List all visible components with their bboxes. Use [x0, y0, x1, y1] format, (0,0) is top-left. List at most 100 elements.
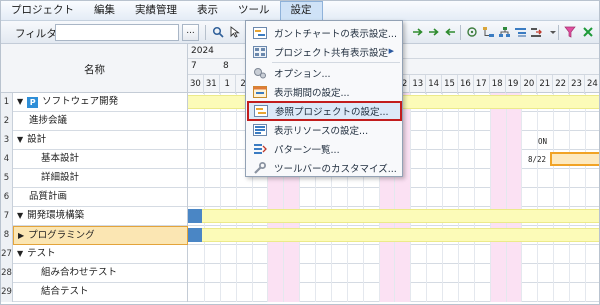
- table-row[interactable]: 27 ▼ テスト: [1, 245, 599, 264]
- arrow-right-icon[interactable]: [411, 25, 425, 39]
- weekend-column: [505, 188, 522, 207]
- table-row[interactable]: 7 ▼ 開発環境構築: [1, 207, 599, 226]
- day-cell: 18: [490, 75, 506, 94]
- task-name-cell[interactable]: ▼ テスト: [13, 245, 188, 264]
- gantt-row[interactable]: [188, 245, 599, 264]
- table-row[interactable]: 8 ▶ プログラミング: [1, 226, 599, 245]
- summary-bar[interactable]: [188, 209, 599, 223]
- day-cell: 20: [521, 75, 538, 94]
- task-name-label: ソフトウェア開発: [42, 96, 119, 107]
- gantt-row[interactable]: [188, 188, 599, 207]
- task-name-cell[interactable]: 基本設計: [13, 150, 188, 169]
- menu-actuals[interactable]: 実績管理: [125, 1, 187, 20]
- indent-icon[interactable]: [529, 25, 543, 39]
- task-name-cell[interactable]: ▼ 開発環境構築: [13, 207, 188, 226]
- gantt-row[interactable]: [188, 264, 599, 283]
- row-number: 5: [1, 169, 13, 188]
- name-column-header[interactable]: 名称: [1, 44, 188, 93]
- day-cell: 15: [442, 75, 458, 94]
- day-cell: 1: [220, 75, 236, 94]
- grid-line: [585, 131, 586, 150]
- task-name-cell[interactable]: 進捗会議: [13, 112, 188, 131]
- menu-item-customize-toolbar[interactable]: ツールバーのカスタマイズ...: [248, 159, 400, 177]
- progress-bar[interactable]: [188, 209, 202, 223]
- hierarchy-icon[interactable]: [497, 25, 511, 39]
- grid-line: [457, 188, 459, 207]
- grid-line: [569, 112, 571, 131]
- gantt-row[interactable]: [188, 207, 599, 226]
- gantt-row[interactable]: [188, 226, 599, 245]
- task-name-cell[interactable]: 詳細設計: [13, 169, 188, 188]
- table-row[interactable]: 6 品質計画: [1, 188, 599, 207]
- tree-icon[interactable]: [481, 25, 495, 39]
- task-bar[interactable]: [550, 152, 599, 166]
- grid-line: [505, 112, 507, 131]
- collapse-icon[interactable]: ▼: [17, 245, 23, 263]
- task-name-cell[interactable]: ▼ 設計: [13, 131, 188, 150]
- table-row[interactable]: 28 組み合わせテスト: [1, 264, 599, 283]
- grid-line: [219, 245, 221, 264]
- menu-tools[interactable]: ツール: [228, 1, 280, 20]
- menu-settings[interactable]: 設定: [279, 1, 323, 20]
- progress-bar[interactable]: [188, 228, 202, 242]
- grid-line: [283, 188, 285, 207]
- delete-icon[interactable]: [581, 25, 595, 39]
- arrow-right-icon[interactable]: [427, 25, 441, 39]
- grid-line: [346, 245, 348, 264]
- grid-line: [537, 245, 539, 264]
- grid-line: [362, 283, 364, 302]
- grid-line: [473, 112, 475, 131]
- toolbar-separator: [460, 25, 461, 40]
- grid-line: [219, 283, 221, 302]
- grid-line: [489, 169, 491, 188]
- table-row[interactable]: 29 結合テスト: [1, 283, 599, 302]
- menu-view[interactable]: 表示: [187, 1, 228, 20]
- menu-project[interactable]: プロジェクト: [1, 1, 84, 20]
- filter-browse-button[interactable]: ...: [182, 24, 199, 41]
- filter-input[interactable]: [55, 24, 179, 41]
- menu-item-reference-project[interactable]: 参照プロジェクトの設定...: [247, 101, 402, 121]
- grid-line: [489, 283, 491, 302]
- menu-item-display-period[interactable]: 表示期間の設定...: [248, 83, 400, 101]
- grid-line: [330, 264, 332, 283]
- menu-item-shared-display-settings[interactable]: プロジェクト共有表示設定 ▶: [248, 43, 400, 61]
- grid-line: [315, 245, 317, 264]
- grid-line: [442, 245, 444, 264]
- search-icon[interactable]: [211, 25, 225, 39]
- expand-icon[interactable]: ▶: [18, 227, 24, 244]
- grid-line: [394, 245, 396, 264]
- menu-edit[interactable]: 編集: [84, 1, 125, 20]
- menu-item-pattern-list[interactable]: パターン一覧...: [248, 140, 400, 158]
- arrow-left-icon[interactable]: [443, 25, 457, 39]
- grid-line: [505, 131, 507, 150]
- grid-line: [283, 245, 285, 264]
- task-name-cell[interactable]: 組み合わせテスト: [13, 264, 188, 283]
- menu-item-options[interactable]: オプション...: [248, 64, 400, 82]
- grid-line: [473, 264, 475, 283]
- task-name-cell[interactable]: 品質計画: [13, 188, 188, 207]
- collapse-icon[interactable]: ▼: [17, 131, 23, 149]
- grid-line: [426, 131, 428, 150]
- task-bar[interactable]: [188, 228, 599, 242]
- task-name-cell[interactable]: ▶ プログラミング: [13, 226, 188, 245]
- task-name-cell[interactable]: 結合テスト: [13, 283, 188, 302]
- menu-item-display-resources[interactable]: 表示リソースの設定...: [248, 121, 400, 139]
- menu-item-gantt-display-settings[interactable]: ガントチャートの表示設定...: [248, 24, 400, 42]
- grid-line: [330, 245, 332, 264]
- collapse-icon[interactable]: ▼: [17, 93, 23, 111]
- pointer-icon[interactable]: [228, 25, 242, 39]
- grid-line: [569, 245, 571, 264]
- link-icon[interactable]: [465, 25, 479, 39]
- outdent-icon[interactable]: [513, 25, 527, 39]
- grid-line: [410, 169, 412, 188]
- collapse-icon[interactable]: ▼: [17, 207, 23, 225]
- grid-line: [537, 169, 539, 188]
- gantt-row[interactable]: [188, 283, 599, 302]
- options-icon: [252, 66, 268, 80]
- grid-line: [473, 245, 475, 264]
- filter-icon[interactable]: [563, 25, 577, 39]
- day-cell: 23: [569, 75, 585, 94]
- grid-line: [426, 150, 428, 169]
- grid-line: [394, 283, 396, 302]
- task-name-cell[interactable]: ▼ P ソフトウェア開発: [13, 93, 188, 112]
